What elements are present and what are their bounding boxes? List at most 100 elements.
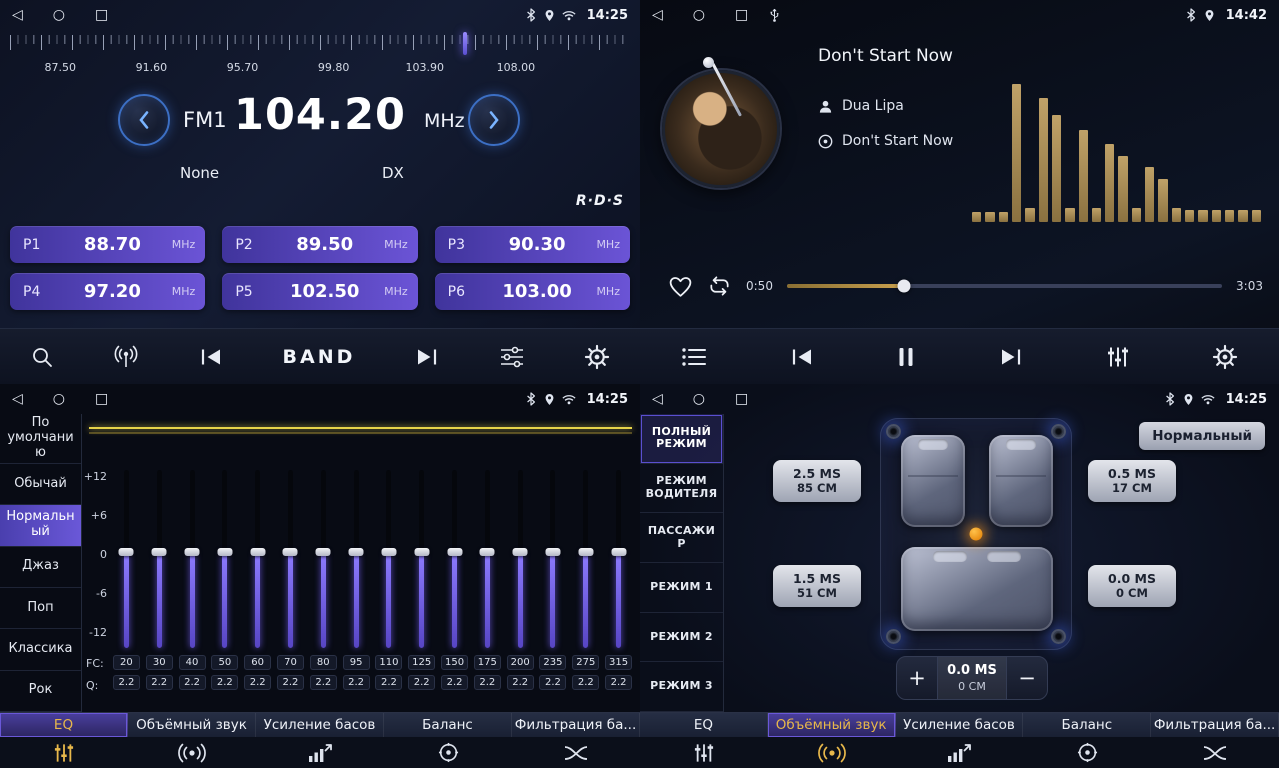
back-button[interactable]: ◁ [12, 8, 23, 22]
slider-thumb[interactable] [414, 548, 429, 556]
next-track-button[interactable] [998, 347, 1024, 367]
tab-eq-icon-cell[interactable] [0, 743, 128, 763]
seek-bar[interactable] [787, 284, 1222, 288]
slider-thumb[interactable] [513, 548, 528, 556]
back-button[interactable]: ◁ [12, 392, 23, 406]
listening-mode-item[interactable]: РЕЖИМ 1 [640, 563, 723, 613]
tab-filter-icon-cell[interactable] [1151, 743, 1279, 763]
eq-band-slider[interactable] [485, 470, 490, 648]
slider-thumb[interactable] [316, 548, 331, 556]
scan-search-button[interactable] [30, 345, 54, 369]
eq-preset-item[interactable]: Джаз [0, 547, 81, 588]
slider-thumb[interactable] [283, 548, 298, 556]
slider-thumb[interactable] [480, 548, 495, 556]
eq-preset-item[interactable]: Поп [0, 588, 81, 629]
eq-band-slider[interactable] [386, 470, 391, 648]
listening-mode-item[interactable]: ПАССАЖИР [640, 513, 723, 563]
eq-preset-item[interactable]: Классика [0, 629, 81, 670]
surround-preset-button[interactable]: Нормальный [1139, 422, 1265, 450]
slider-thumb[interactable] [447, 548, 462, 556]
eq-band-slider[interactable] [616, 470, 621, 648]
eq-band-slider[interactable] [157, 470, 162, 648]
tab-filter[interactable]: Фильтрация ба... [1151, 713, 1279, 737]
eq-preset-item[interactable]: Обычай [0, 464, 81, 505]
preset-button[interactable]: P5 102.50 MHz [222, 273, 417, 310]
listening-position-marker[interactable] [970, 528, 983, 541]
rear-right-delay[interactable]: 0.0 MS 0 CM [1088, 565, 1176, 607]
previous-station-button[interactable] [198, 347, 224, 367]
playlist-button[interactable] [681, 347, 707, 367]
eq-band-slider[interactable] [190, 470, 195, 648]
rear-left-delay[interactable]: 1.5 MS 51 CM [773, 565, 861, 607]
tab-filter[interactable]: Фильтрация ба... [512, 713, 640, 737]
tab-filter-icon-cell[interactable] [512, 743, 640, 763]
eq-band-slider[interactable] [354, 470, 359, 648]
eq-band-slider[interactable] [518, 470, 523, 648]
recents-button[interactable]: □ [735, 8, 748, 22]
tab-bass-icon-cell[interactable] [256, 743, 384, 763]
next-station-button[interactable] [414, 347, 440, 367]
favorite-button[interactable] [668, 275, 693, 298]
tab-eq-icon-cell[interactable] [640, 743, 768, 763]
front-left-delay[interactable]: 2.5 MS 85 CM [773, 460, 861, 502]
broadcast-button[interactable] [113, 345, 139, 369]
recents-button[interactable]: □ [735, 392, 748, 406]
progress-thumb[interactable] [898, 280, 911, 293]
tab-bass-boost[interactable]: Усиление басов [256, 713, 384, 737]
settings-button[interactable] [584, 344, 610, 370]
equalizer-button[interactable] [1106, 346, 1130, 368]
home-button[interactable]: ○ [693, 8, 705, 22]
slider-thumb[interactable] [119, 548, 134, 556]
tab-surround[interactable]: Объёмный звук [768, 713, 896, 737]
eq-preset-item[interactable]: Рок [0, 671, 81, 712]
eq-preset-item[interactable]: Нормальный [0, 505, 81, 546]
decrease-delay-button[interactable]: − [1007, 657, 1047, 699]
slider-thumb[interactable] [578, 548, 593, 556]
slider-thumb[interactable] [217, 548, 232, 556]
recents-button[interactable]: □ [95, 392, 108, 406]
listening-mode-item[interactable]: РЕЖИМ ВОДИТЕЛЯ [640, 464, 723, 514]
tab-surround-icon-cell[interactable] [768, 743, 896, 763]
slider-thumb[interactable] [349, 548, 364, 556]
tab-eq[interactable]: EQ [0, 713, 128, 737]
back-button[interactable]: ◁ [652, 8, 663, 22]
listening-mode-item[interactable]: ПОЛНЫЙ РЕЖИМ [640, 414, 723, 464]
tab-balance[interactable]: Баланс [384, 713, 512, 737]
home-button[interactable]: ○ [693, 392, 705, 406]
increase-delay-button[interactable]: + [897, 657, 937, 699]
home-button[interactable]: ○ [53, 8, 65, 22]
slider-thumb[interactable] [185, 548, 200, 556]
tune-up-button[interactable] [468, 94, 520, 146]
slider-thumb[interactable] [250, 548, 265, 556]
audio-settings-button[interactable] [499, 346, 525, 368]
slider-thumb[interactable] [545, 548, 560, 556]
eq-band-slider[interactable] [124, 470, 129, 648]
repeat-button[interactable] [707, 275, 732, 297]
settings-button[interactable] [1212, 344, 1238, 370]
preset-button[interactable]: P3 90.30 MHz [435, 226, 630, 263]
eq-band-slider[interactable] [550, 470, 555, 648]
recents-button[interactable]: □ [95, 8, 108, 22]
preset-button[interactable]: P1 88.70 MHz [10, 226, 205, 263]
slider-thumb[interactable] [152, 548, 167, 556]
frequency-scale[interactable]: 87.5091.6095.7099.80103.90108.00 [10, 35, 630, 81]
tab-surround-icon-cell[interactable] [128, 743, 256, 763]
tab-eq[interactable]: EQ [640, 713, 768, 737]
preset-button[interactable]: P2 89.50 MHz [222, 226, 417, 263]
slider-thumb[interactable] [381, 548, 396, 556]
preset-button[interactable]: P6 103.00 MHz [435, 273, 630, 310]
listening-mode-item[interactable]: РЕЖИМ 3 [640, 662, 723, 712]
pause-button[interactable] [897, 346, 915, 368]
tab-bass-boost[interactable]: Усиление басов [896, 713, 1024, 737]
tab-balance[interactable]: Баланс [1023, 713, 1151, 737]
band-button[interactable]: BAND [283, 346, 356, 368]
preset-button[interactable]: P4 97.20 MHz [10, 273, 205, 310]
tab-bass-icon-cell[interactable] [896, 743, 1024, 763]
listening-mode-item[interactable]: РЕЖИМ 2 [640, 613, 723, 663]
tab-balance-icon-cell[interactable] [1023, 742, 1151, 763]
eq-band-slider[interactable] [419, 470, 424, 648]
eq-band-slider[interactable] [321, 470, 326, 648]
tab-surround[interactable]: Объёмный звук [128, 713, 256, 737]
eq-band-slider[interactable] [452, 470, 457, 648]
eq-band-slider[interactable] [222, 470, 227, 648]
